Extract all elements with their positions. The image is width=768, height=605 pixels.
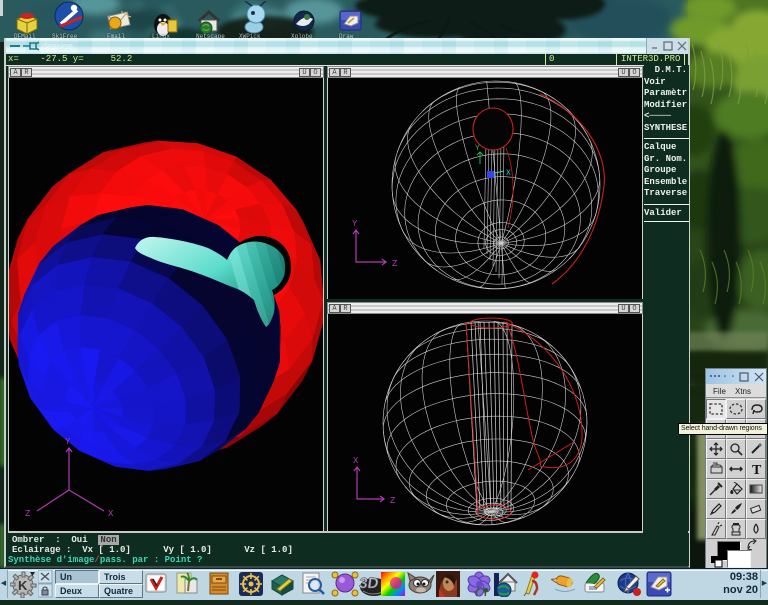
- svg-text:X: X: [506, 169, 511, 178]
- svg-text:Y: Y: [475, 144, 480, 153]
- svg-text:Z: Z: [390, 496, 396, 506]
- svg-text:Z: Z: [392, 259, 398, 269]
- svg-text:Y: Y: [352, 219, 358, 229]
- svg-text:X: X: [108, 509, 114, 519]
- svg-text:Y: Y: [65, 437, 71, 447]
- svg-text:K: K: [18, 578, 28, 593]
- svg-text:Z: Z: [25, 509, 31, 519]
- svg-text:X: X: [353, 456, 359, 466]
- svg-text:3D: 3D: [359, 575, 380, 592]
- svg-text:T: T: [752, 463, 762, 476]
